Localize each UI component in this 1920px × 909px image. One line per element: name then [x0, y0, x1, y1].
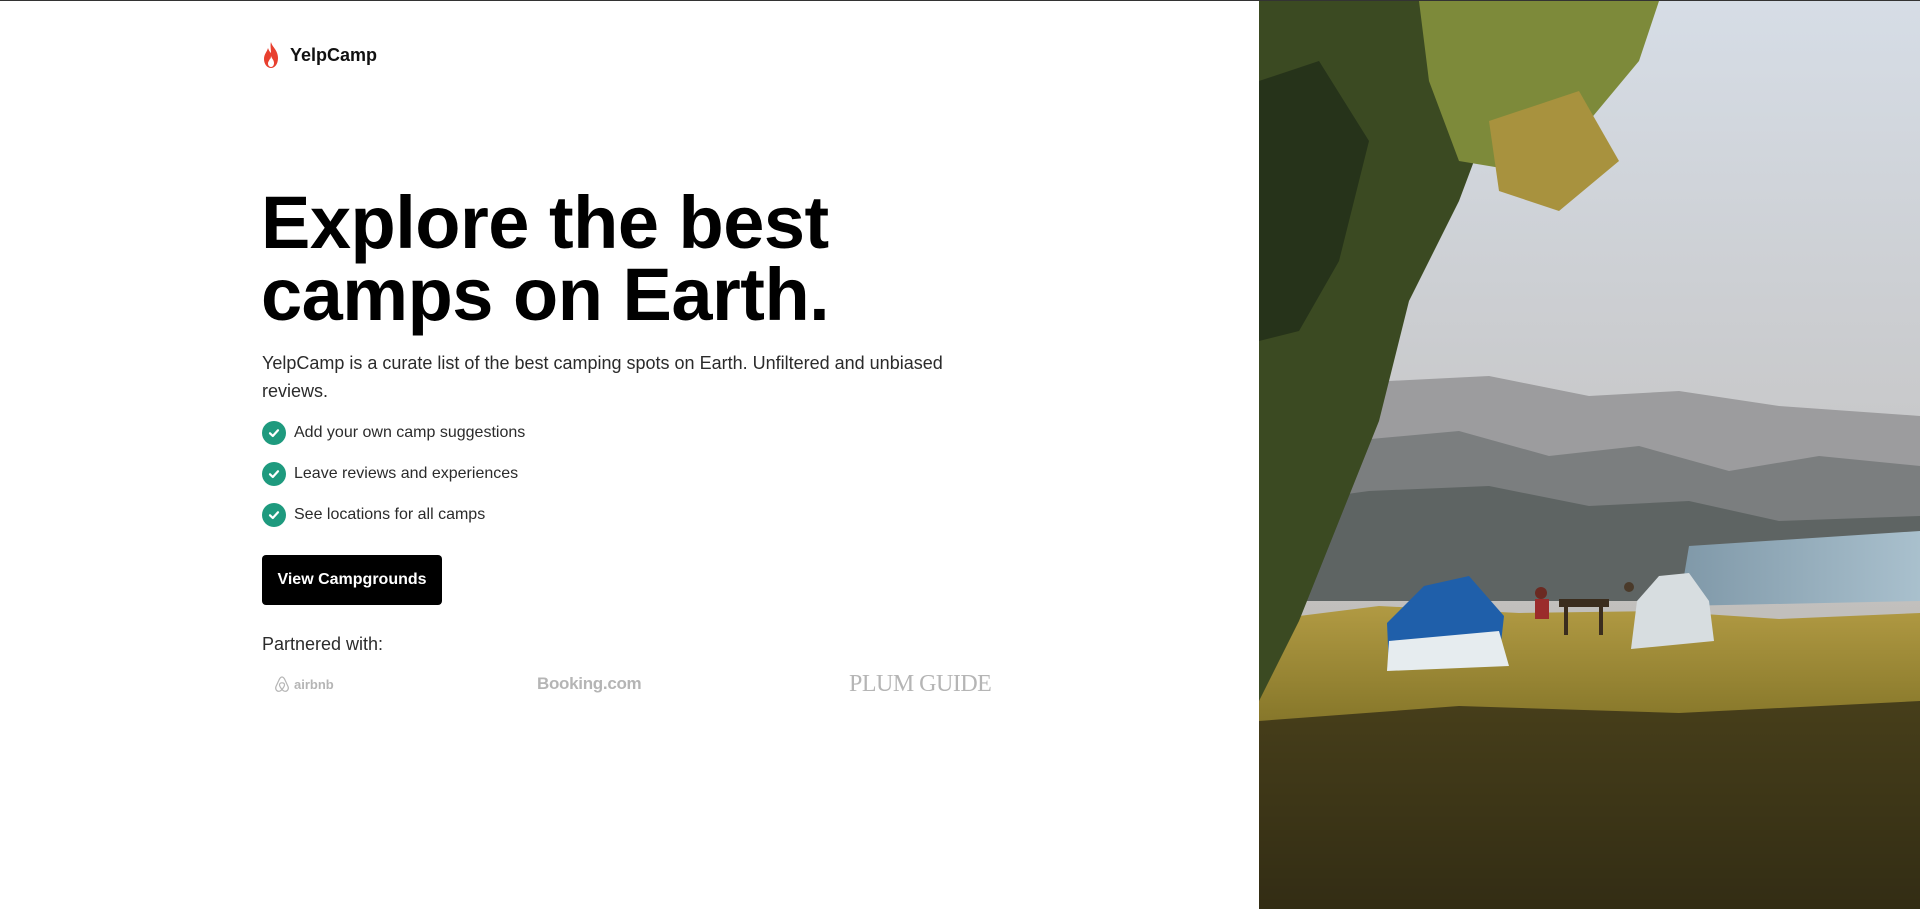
airbnb-logo-text: airbnb — [294, 676, 334, 692]
check-circle-icon — [262, 462, 286, 486]
feature-list: Add your own camp suggestions Leave revi… — [262, 421, 525, 544]
hero-image — [1259, 1, 1920, 909]
feature-item: Add your own camp suggestions — [262, 421, 525, 445]
feature-label: Add your own camp suggestions — [294, 424, 526, 441]
check-circle-icon — [262, 503, 286, 527]
booking-logo-text: Booking.com — [537, 674, 642, 693]
booking-logo: Booking.com — [537, 666, 642, 702]
plum-guide-logo-text: PLUM GUIDE — [849, 670, 992, 697]
feature-label: See locations for all camps — [294, 506, 486, 523]
hero-content: YelpCamp Explore the best camps on Earth… — [0, 1, 1259, 909]
brand[interactable]: YelpCamp — [262, 41, 377, 69]
feature-label: Leave reviews and experiences — [294, 465, 519, 482]
brand-name: YelpCamp — [290, 44, 378, 65]
hero-description: YelpCamp is a curate list of the best ca… — [262, 353, 943, 401]
campsite-photo — [1259, 1, 1920, 909]
page-title: Explore the best camps on Earth. — [261, 181, 1021, 336]
feature-item: Leave reviews and experiences — [262, 462, 525, 486]
headline-line-1: Explore the best — [261, 181, 829, 264]
flame-icon — [262, 41, 280, 69]
airbnb-logo: airbnb — [274, 666, 334, 702]
check-circle-icon — [262, 421, 286, 445]
airbnb-icon — [275, 676, 289, 692]
feature-item: See locations for all camps — [262, 503, 525, 527]
partner-logos: airbnb Booking.com PLUM GUIDE — [262, 666, 1002, 702]
plum-guide-logo: PLUM GUIDE — [849, 666, 992, 702]
partners-label: Partnered with: — [262, 634, 384, 654]
view-campgrounds-button[interactable]: View Campgrounds — [262, 555, 442, 605]
headline-line-2: camps on Earth. — [261, 253, 830, 336]
